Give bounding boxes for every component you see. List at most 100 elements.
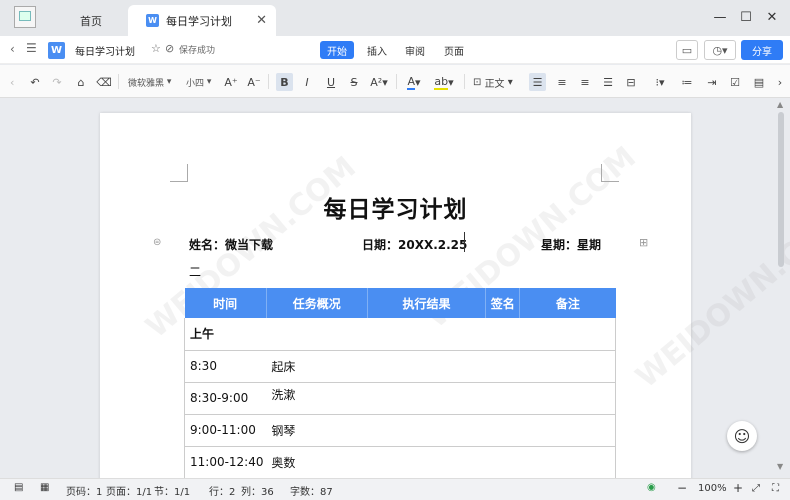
menu-tab-review[interactable]: 审阅 bbox=[398, 41, 432, 59]
strikethrough-icon[interactable]: S bbox=[347, 73, 361, 91]
weekday-field[interactable]: 星期：星期 bbox=[541, 236, 601, 253]
text-cursor bbox=[464, 232, 465, 252]
superscript-icon[interactable]: A²▾ bbox=[370, 73, 388, 91]
eraser-icon[interactable]: ⌫ bbox=[96, 73, 112, 91]
font-grow-icon[interactable]: A⁺ bbox=[224, 73, 238, 91]
tab-document-label: 每日学习计划 bbox=[166, 14, 232, 28]
vertical-scrollbar-thumb[interactable] bbox=[778, 112, 784, 267]
font-size-select[interactable]: 小四 ▾ bbox=[186, 73, 211, 91]
toolbar-scroll-left-icon[interactable]: ‹ bbox=[10, 73, 14, 91]
format-toolbar: ‹ ↶ ↷ ⌂ ⌫ 微软雅黑 ▾ 小四 ▾ A⁺ A⁻ B I U S A²▾ … bbox=[0, 65, 790, 98]
font-name-value: 微软雅黑 bbox=[128, 78, 165, 89]
tab-home[interactable]: 首页 bbox=[58, 6, 124, 36]
status-word-count[interactable]: 字数：87 bbox=[290, 483, 333, 498]
style-select[interactable]: ⊡ 正文 ▾ bbox=[473, 73, 513, 91]
table-header-cell[interactable]: 时间 bbox=[184, 288, 267, 318]
status-column: 列：36 bbox=[241, 487, 274, 498]
font-color-icon[interactable]: A ▾ bbox=[403, 73, 425, 91]
menu-tab-insert[interactable]: 插入 bbox=[360, 41, 394, 59]
bullet-list-icon[interactable]: ⁝▾ bbox=[651, 73, 669, 91]
redo-icon[interactable]: ↷ bbox=[50, 73, 64, 91]
justify-icon[interactable]: ☰ bbox=[601, 73, 615, 91]
schedule-table[interactable]: 时间 任务概况 执行结果 签名 备注 上午 8:30 起床 8:30-9:00 … bbox=[184, 288, 617, 479]
comment-icon[interactable]: ⊞ bbox=[639, 236, 648, 249]
table-cell[interactable]: 钢琴 bbox=[266, 414, 617, 447]
table-cell[interactable]: 8:30-9:00 bbox=[184, 382, 267, 415]
zoom-out-icon[interactable]: − bbox=[677, 481, 687, 495]
zoom-level[interactable]: 100% bbox=[698, 483, 727, 494]
save-status: 保存成功 bbox=[179, 46, 216, 56]
table-cell[interactable]: 奥数 bbox=[266, 446, 617, 479]
scroll-down-icon[interactable]: ▼ bbox=[777, 462, 783, 471]
document-filename[interactable]: 每日学习计划 bbox=[75, 43, 135, 58]
present-icon[interactable]: ▭ bbox=[676, 40, 698, 60]
fit-page-icon[interactable]: ⤢ bbox=[752, 483, 760, 494]
table-header-cell[interactable]: 执行结果 bbox=[367, 288, 487, 318]
outline-icon[interactable]: ▤ bbox=[14, 482, 23, 493]
tab-document[interactable]: W 每日学习计划 ✕ bbox=[128, 5, 276, 36]
checklist-icon[interactable]: ☑ bbox=[728, 73, 742, 91]
menu-tab-start[interactable]: 开始 bbox=[320, 41, 354, 59]
close-window-icon[interactable]: ✕ bbox=[760, 6, 784, 28]
table-cell[interactable]: 起床 bbox=[266, 350, 617, 383]
bold-icon[interactable]: B bbox=[276, 73, 293, 91]
indent-icon[interactable]: ⇥ bbox=[705, 73, 719, 91]
weekday-wrap[interactable]: 二 bbox=[189, 263, 201, 280]
numbered-list-icon[interactable]: ≔ bbox=[680, 73, 694, 91]
status-page-count: 页面：1/1 bbox=[106, 487, 153, 498]
table-cell[interactable]: 洗漱 bbox=[266, 382, 617, 415]
table-cell[interactable]: 9:00-11:00 bbox=[184, 414, 267, 447]
font-size-value: 小四 bbox=[186, 78, 205, 89]
table-header-cell[interactable]: 签名 bbox=[485, 288, 521, 318]
star-icon[interactable]: ☆ bbox=[151, 42, 161, 55]
tab-bar: 首页 W 每日学习计划 ✕ — ☐ ✕ bbox=[0, 0, 790, 36]
align-left-icon[interactable]: ☰ bbox=[529, 73, 546, 91]
paragraph-handle-icon[interactable]: ⊜ bbox=[153, 237, 161, 248]
italic-icon[interactable]: I bbox=[300, 73, 314, 91]
writer-doc-icon: W bbox=[146, 14, 159, 27]
toolbar-more-icon[interactable]: ▤ bbox=[752, 73, 766, 91]
margin-mark-top-left bbox=[170, 164, 188, 182]
name-field[interactable]: 姓名：微当下载 bbox=[189, 236, 273, 253]
distributed-icon[interactable]: ⊟ bbox=[624, 73, 638, 91]
font-shrink-icon[interactable]: A⁻ bbox=[247, 73, 261, 91]
check-circle-icon: ⊘ bbox=[165, 42, 175, 55]
toolbar-scroll-right-icon[interactable]: › bbox=[775, 73, 785, 91]
zoom-in-icon[interactable]: + bbox=[733, 481, 743, 495]
status-bar: ▤ ▦ 页码：1 页面：1/1 节：1/1 行：2 列：36 字数：87 ◉ −… bbox=[0, 478, 790, 500]
document-heading[interactable]: 每日学习计划 bbox=[100, 190, 691, 224]
title-toolbar: ‹ ☰ W 每日学习计划 ☆ ⊘ 保存成功 开始 插入 审阅 页面 ▭ ◷▾ 分… bbox=[0, 36, 790, 64]
table-cell[interactable]: 11:00-12:40 bbox=[184, 446, 267, 479]
spellcheck-icon[interactable]: ◉ bbox=[647, 482, 656, 493]
table-header-cell[interactable]: 备注 bbox=[519, 288, 616, 318]
undo-icon[interactable]: ↶ bbox=[28, 73, 42, 91]
writer-app-icon: W bbox=[48, 42, 65, 59]
table-row: 9:00-11:00 钢琴 bbox=[184, 414, 617, 447]
minimize-icon[interactable]: — bbox=[708, 6, 732, 28]
fullscreen-icon[interactable]: ⛶ bbox=[772, 483, 779, 494]
share-button[interactable]: 分享 bbox=[741, 40, 783, 60]
back-chevron-icon[interactable]: ‹ bbox=[10, 42, 15, 56]
format-painter-icon[interactable]: ⌂ bbox=[74, 73, 88, 91]
assistant-avatar-icon[interactable]: ☺ bbox=[727, 421, 757, 451]
maximize-icon[interactable]: ☐ bbox=[734, 6, 758, 28]
table-section-cell[interactable]: 上午 bbox=[184, 318, 616, 351]
highlight-icon[interactable]: ab ▾ bbox=[433, 73, 455, 91]
history-clock-icon[interactable]: ◷▾ bbox=[704, 40, 736, 60]
status-row: 行：2 bbox=[209, 487, 236, 498]
table-cell[interactable]: 8:30 bbox=[184, 350, 267, 383]
close-tab-icon[interactable]: ✕ bbox=[256, 13, 267, 28]
menu-tab-page[interactable]: 页面 bbox=[437, 41, 471, 59]
date-field[interactable]: 日期：20XX.2.25 bbox=[362, 236, 467, 253]
scroll-up-icon[interactable]: ▲ bbox=[777, 100, 783, 109]
align-center-icon[interactable]: ≡ bbox=[555, 73, 569, 91]
table-row: 8:30 起床 bbox=[184, 350, 617, 383]
doc-view-icon[interactable]: ▦ bbox=[40, 482, 49, 493]
margin-mark-top-right bbox=[601, 164, 619, 182]
table-header-cell[interactable]: 任务概况 bbox=[266, 288, 368, 318]
hamburger-menu-icon[interactable]: ☰ bbox=[26, 41, 37, 55]
font-name-select[interactable]: 微软雅黑 ▾ bbox=[128, 73, 171, 91]
align-right-icon[interactable]: ≡ bbox=[578, 73, 592, 91]
underline-icon[interactable]: U bbox=[324, 73, 338, 91]
table-header-row: 时间 任务概况 执行结果 签名 备注 bbox=[184, 288, 616, 318]
